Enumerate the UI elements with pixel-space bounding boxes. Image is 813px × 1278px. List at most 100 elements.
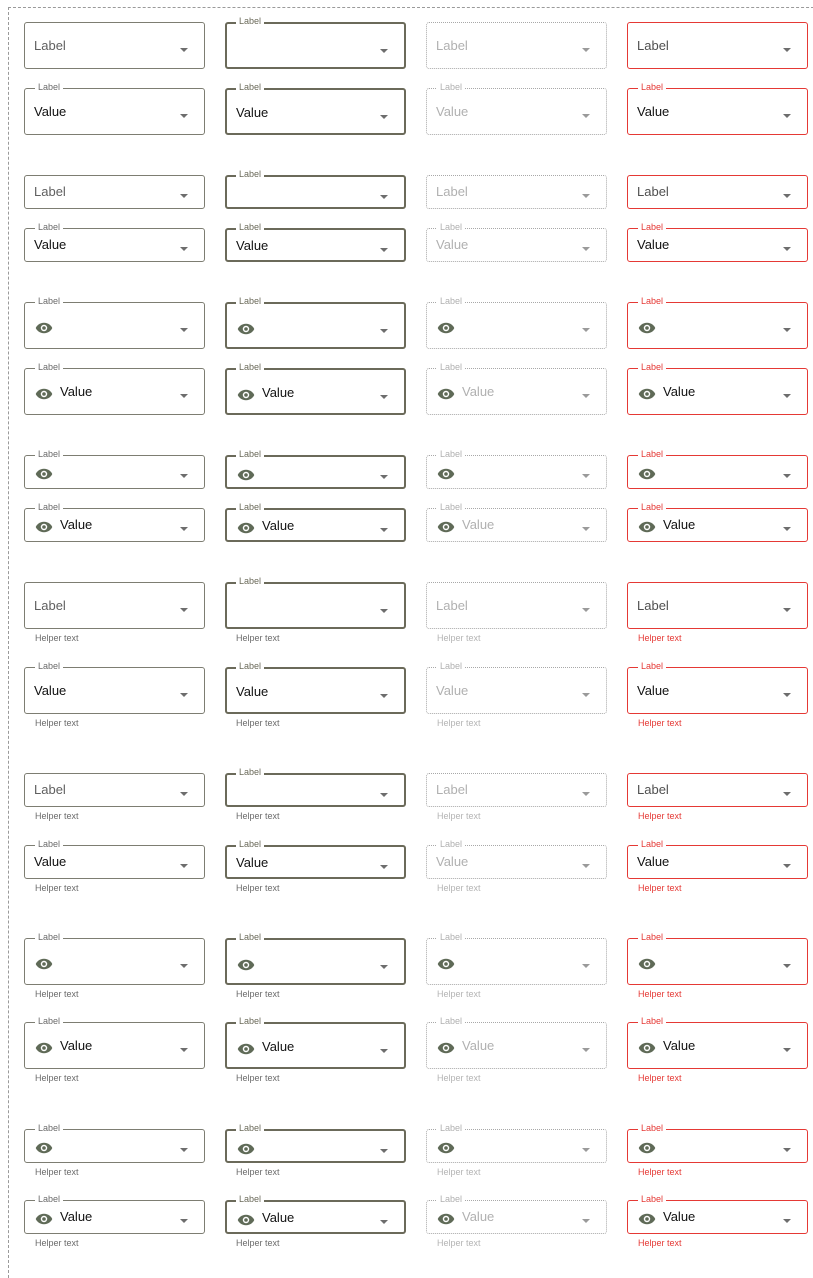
select-field-error[interactable]: Label — [627, 1123, 808, 1163]
select-field-focused[interactable]: Label — [225, 932, 406, 985]
select-field-focused[interactable]: Label Value — [225, 1194, 406, 1234]
dropdown-arrow-icon[interactable] — [783, 393, 791, 398]
dropdown-arrow-icon[interactable] — [783, 963, 791, 968]
dropdown-arrow-icon[interactable] — [783, 792, 791, 796]
select-field-focused[interactable]: Label — [225, 296, 406, 349]
select-field-enabled[interactable]: Label Value — [24, 1194, 205, 1234]
select-field-enabled[interactable]: Label — [24, 582, 205, 629]
select-field-error[interactable]: Label Value — [627, 362, 808, 415]
dropdown-arrow-icon[interactable] — [783, 247, 791, 251]
dropdown-arrow-icon[interactable] — [380, 793, 388, 797]
select-field-enabled[interactable]: Label — [24, 449, 205, 489]
dropdown-arrow-icon[interactable] — [783, 327, 791, 332]
select-field-enabled[interactable]: Label — [24, 1123, 205, 1163]
select-field-error[interactable]: Label Value — [627, 1016, 808, 1069]
select-field-focused[interactable]: Label — [225, 169, 406, 209]
field-value: Value — [663, 1037, 696, 1053]
dropdown-arrow-icon[interactable] — [783, 864, 791, 868]
dropdown-arrow-icon[interactable] — [783, 1047, 791, 1052]
select-field-error[interactable]: Label — [627, 449, 808, 489]
dropdown-arrow-icon[interactable] — [783, 1219, 791, 1223]
dropdown-arrow-icon[interactable] — [380, 693, 388, 698]
select-field-enabled[interactable]: Label Value — [24, 222, 205, 262]
dropdown-arrow-icon[interactable] — [783, 1148, 791, 1152]
dropdown-arrow-icon[interactable] — [180, 963, 188, 968]
dropdown-arrow-icon[interactable] — [380, 394, 388, 399]
select-field-error[interactable]: Label — [627, 582, 808, 629]
eye-icon — [638, 321, 656, 333]
dropdown-arrow-icon[interactable] — [180, 692, 188, 697]
dropdown-arrow-icon[interactable] — [380, 608, 388, 613]
dropdown-arrow-icon[interactable] — [380, 865, 388, 869]
select-field-focused[interactable]: Label — [225, 1123, 406, 1163]
select-field-error[interactable]: Label Value — [627, 839, 808, 879]
dropdown-arrow-icon[interactable] — [783, 474, 791, 478]
select-field-error[interactable]: Label Value — [627, 222, 808, 262]
dropdown-arrow-icon[interactable] — [180, 1047, 188, 1052]
dropdown-arrow-icon[interactable] — [180, 247, 188, 251]
dropdown-arrow-icon[interactable] — [380, 328, 388, 333]
dropdown-arrow-icon[interactable] — [180, 113, 188, 118]
select-field-enabled[interactable]: Label — [24, 773, 205, 807]
select-field-error[interactable]: Label Value — [627, 661, 808, 714]
dropdown-arrow-icon[interactable] — [380, 195, 388, 199]
select-field-error[interactable]: Label — [627, 22, 808, 69]
dropdown-arrow-icon[interactable] — [380, 1220, 388, 1224]
select-field-error[interactable]: Label — [627, 932, 808, 985]
select-field-enabled[interactable]: Label Value — [24, 839, 205, 879]
select-field-error[interactable]: Label — [627, 175, 808, 209]
dropdown-arrow-icon[interactable] — [180, 864, 188, 868]
dropdown-arrow-icon[interactable] — [380, 48, 388, 53]
dropdown-arrow-icon[interactable] — [783, 527, 791, 531]
dropdown-arrow-icon[interactable] — [783, 113, 791, 118]
dropdown-arrow-icon[interactable] — [180, 607, 188, 612]
dropdown-arrow-icon[interactable] — [380, 528, 388, 532]
dropdown-arrow-icon[interactable] — [180, 1148, 188, 1152]
dropdown-arrow-icon[interactable] — [180, 393, 188, 398]
select-field-enabled[interactable]: Label — [24, 932, 205, 985]
select-field-enabled[interactable]: Label Value — [24, 82, 205, 135]
select-field-enabled[interactable]: Label Value — [24, 1016, 205, 1069]
dropdown-arrow-icon[interactable] — [180, 194, 188, 198]
dropdown-arrow-icon[interactable] — [380, 248, 388, 252]
select-field-focused[interactable]: Label — [225, 16, 406, 69]
dropdown-arrow-icon[interactable] — [783, 194, 791, 198]
select-field-error[interactable]: Label — [627, 296, 808, 349]
dropdown-arrow-icon[interactable] — [783, 47, 791, 52]
dropdown-arrow-icon[interactable] — [180, 474, 188, 478]
select-field-error[interactable]: Label Value — [627, 502, 808, 542]
dropdown-arrow-icon[interactable] — [380, 475, 388, 479]
select-field-focused[interactable]: Label Value — [225, 839, 406, 879]
dropdown-arrow-icon[interactable] — [180, 327, 188, 332]
dropdown-arrow-icon[interactable] — [783, 607, 791, 612]
dropdown-arrow-icon[interactable] — [180, 1219, 188, 1223]
select-field-error[interactable]: Label Value — [627, 1194, 808, 1234]
select-field-enabled[interactable]: Label Value — [24, 502, 205, 542]
select-field-enabled[interactable]: Label — [24, 175, 205, 209]
dropdown-arrow-icon[interactable] — [180, 527, 188, 531]
dropdown-arrow-icon[interactable] — [380, 964, 388, 969]
select-field-focused[interactable]: Label Value — [225, 82, 406, 135]
helper-text: Helper text — [638, 1073, 682, 1083]
select-field-focused[interactable]: Label — [225, 576, 406, 629]
select-field-enabled[interactable]: Label — [24, 22, 205, 69]
dropdown-arrow-icon[interactable] — [380, 1149, 388, 1153]
select-field-enabled[interactable]: Label Value — [24, 362, 205, 415]
select-field-focused[interactable]: Label — [225, 767, 406, 807]
select-field-error[interactable]: Label — [627, 773, 808, 807]
select-field-focused[interactable]: Label Value — [225, 1016, 406, 1069]
select-field-enabled[interactable]: Label — [24, 296, 205, 349]
select-field-focused[interactable]: Label Value — [225, 362, 406, 415]
dropdown-arrow-icon[interactable] — [380, 114, 388, 119]
dropdown-arrow-icon[interactable] — [380, 1048, 388, 1053]
select-field-focused[interactable]: Label Value — [225, 222, 406, 262]
select-field-focused[interactable]: Label Value — [225, 661, 406, 714]
dropdown-arrow-icon[interactable] — [180, 792, 188, 796]
select-field-enabled[interactable]: Label Value — [24, 661, 205, 714]
dropdown-arrow-icon[interactable] — [783, 692, 791, 697]
dropdown-arrow-icon[interactable] — [180, 47, 188, 52]
select-field-focused[interactable]: Label — [225, 449, 406, 489]
select-field-error[interactable]: Label Value — [627, 82, 808, 135]
select-field-focused[interactable]: Label Value — [225, 502, 406, 542]
field-label: Label — [637, 184, 669, 199]
